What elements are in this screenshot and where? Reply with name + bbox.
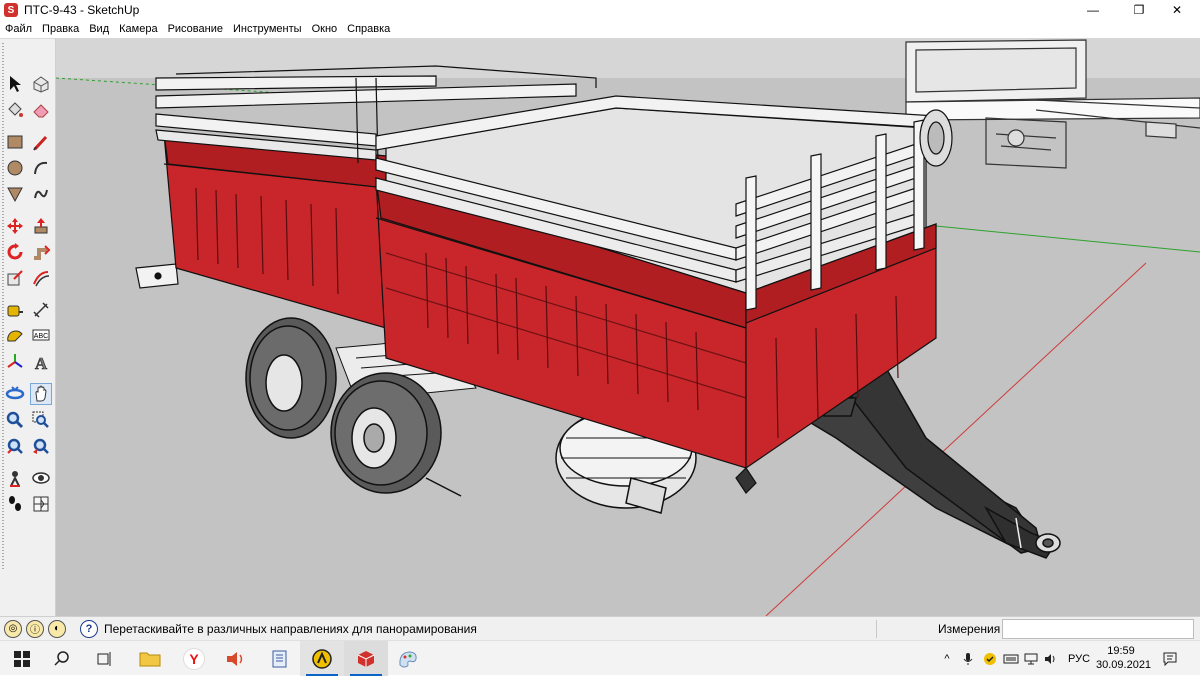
network-icon[interactable] (1022, 641, 1040, 676)
arc-tool-icon[interactable] (30, 157, 52, 179)
section-plane-tool-icon[interactable] (30, 493, 52, 515)
status-hint: Перетаскивайте в различных направлениях … (104, 621, 477, 636)
volume-icon[interactable] (1042, 641, 1060, 676)
orbit-tool-icon[interactable] (4, 383, 26, 405)
polygon-tool-icon[interactable] (4, 183, 26, 205)
offset-tool-icon[interactable] (30, 267, 52, 289)
taskbar-autocad-app[interactable] (300, 641, 344, 676)
geo-location-icon[interactable]: ◎ (4, 619, 22, 638)
status-divider (876, 620, 877, 638)
menu-view[interactable]: Вид (84, 20, 114, 38)
speaker-app-icon (227, 651, 243, 666)
line-tool-icon[interactable] (30, 131, 52, 153)
circle-tool-icon[interactable] (4, 157, 26, 179)
freehand-tool-icon[interactable] (30, 183, 52, 205)
notifications-icon[interactable] (1158, 641, 1182, 676)
title-bar: S ПТС-9-43 - SketchUp — ❐ ✕ (0, 0, 1200, 20)
green-axis (935, 225, 1200, 253)
move-tool-icon[interactable] (4, 215, 26, 237)
close-button[interactable]: ✕ (1154, 0, 1200, 20)
zoom-window-tool-icon[interactable] (30, 409, 52, 431)
yandex-icon: Y (183, 647, 205, 670)
measurements-input[interactable] (1002, 619, 1194, 639)
measurements-label: Измерения (938, 622, 1001, 636)
select-tool-icon[interactable] (4, 73, 26, 95)
input-language[interactable]: РУС (1064, 641, 1094, 676)
document-app-icon (272, 650, 287, 667)
sketchup-icon (357, 650, 375, 667)
tape-measure-tool-icon[interactable] (4, 299, 26, 321)
previous-view-tool-icon[interactable] (30, 435, 52, 457)
system-clock[interactable]: 19:59 30.09.2021 (1096, 644, 1152, 672)
dimension-tool-icon[interactable] (30, 299, 52, 321)
zoom-tool-icon[interactable] (4, 409, 26, 431)
credits-icon[interactable]: ⓘ (26, 619, 44, 638)
menu-camera[interactable]: Камера (114, 20, 162, 38)
rectangle-tool-icon[interactable] (4, 131, 26, 153)
clock-date: 30.09.2021 (1096, 659, 1152, 671)
position-camera-tool-icon[interactable] (4, 467, 26, 489)
model-viewport[interactable] (56, 38, 1200, 616)
push-pull-tool-icon[interactable] (30, 215, 52, 237)
follow-me-tool-icon[interactable] (30, 241, 52, 263)
menu-help[interactable]: Справка (342, 20, 395, 38)
task-view-icon (97, 651, 111, 666)
large-tool-set: ABC A (0, 38, 56, 616)
scale-tool-icon[interactable] (4, 267, 26, 289)
autocad-icon (312, 648, 332, 669)
menu-draw[interactable]: Рисование (163, 20, 228, 38)
make-component-tool-icon[interactable] (30, 73, 52, 95)
rear-wheel-left (245, 317, 337, 439)
clock-time: 19:59 (1107, 645, 1135, 657)
folder-icon (139, 652, 161, 666)
taskbar-document-app[interactable] (258, 641, 302, 676)
axes-tool-icon[interactable] (4, 351, 26, 373)
keyboard-layout-icon[interactable] (1002, 641, 1020, 676)
menu-window[interactable]: Окно (307, 20, 343, 38)
menu-file[interactable]: Файл (0, 20, 37, 38)
menu-edit[interactable]: Правка (37, 20, 84, 38)
paint-bucket-tool-icon[interactable] (4, 99, 26, 121)
sync-status-icon[interactable] (980, 641, 1000, 676)
rotate-tool-icon[interactable] (4, 241, 26, 263)
text-tool-label: ABC (34, 333, 48, 340)
rear-bracket (135, 263, 179, 289)
search-icon (54, 650, 69, 666)
taskbar-file-explorer[interactable] (128, 641, 172, 676)
windows-taskbar: Y ^ РУС 19:59 30.09.2021 (0, 640, 1200, 676)
search-button[interactable] (40, 641, 84, 676)
windows-logo-icon (14, 650, 30, 667)
taskbar-audio-app[interactable] (214, 641, 258, 676)
sketchup-app-icon: S (4, 3, 18, 17)
microphone-icon[interactable] (958, 641, 978, 676)
menu-bar: Файл Правка Вид Камера Рисование Инструм… (0, 20, 1200, 38)
eraser-tool-icon[interactable] (30, 99, 52, 121)
menu-tools[interactable]: Инструменты (228, 20, 307, 38)
look-around-tool-icon[interactable] (30, 467, 52, 489)
protractor-tool-icon[interactable] (4, 325, 26, 347)
pan-tool-icon[interactable] (30, 383, 52, 405)
start-button[interactable] (0, 641, 44, 676)
taskbar-yandex-browser[interactable]: Y (172, 641, 216, 676)
show-hidden-icons[interactable]: ^ (938, 641, 956, 676)
3d-text-tool-label: A (35, 354, 48, 372)
text-tool-icon[interactable]: ABC (30, 325, 52, 347)
walk-tool-icon[interactable] (4, 493, 26, 515)
window-title: ПТС-9-43 - SketchUp (24, 3, 140, 17)
3d-text-tool-icon[interactable]: A (30, 351, 52, 373)
taskbar-sketchup[interactable] (344, 641, 388, 676)
paint-palette-icon (399, 650, 417, 668)
task-view-button[interactable] (82, 641, 126, 676)
help-icon[interactable]: ? (80, 619, 98, 638)
trailer-model-drawing (56, 39, 1200, 616)
minimize-button[interactable]: — (1070, 0, 1116, 20)
user-account-icon[interactable]: ◐ (48, 619, 66, 638)
status-bar: ◎ ⓘ ◐ ? Перетаскивайте в различных напра… (0, 616, 1200, 640)
taskbar-paint-app[interactable] (386, 641, 430, 676)
zoom-extents-tool-icon[interactable] (4, 435, 26, 457)
